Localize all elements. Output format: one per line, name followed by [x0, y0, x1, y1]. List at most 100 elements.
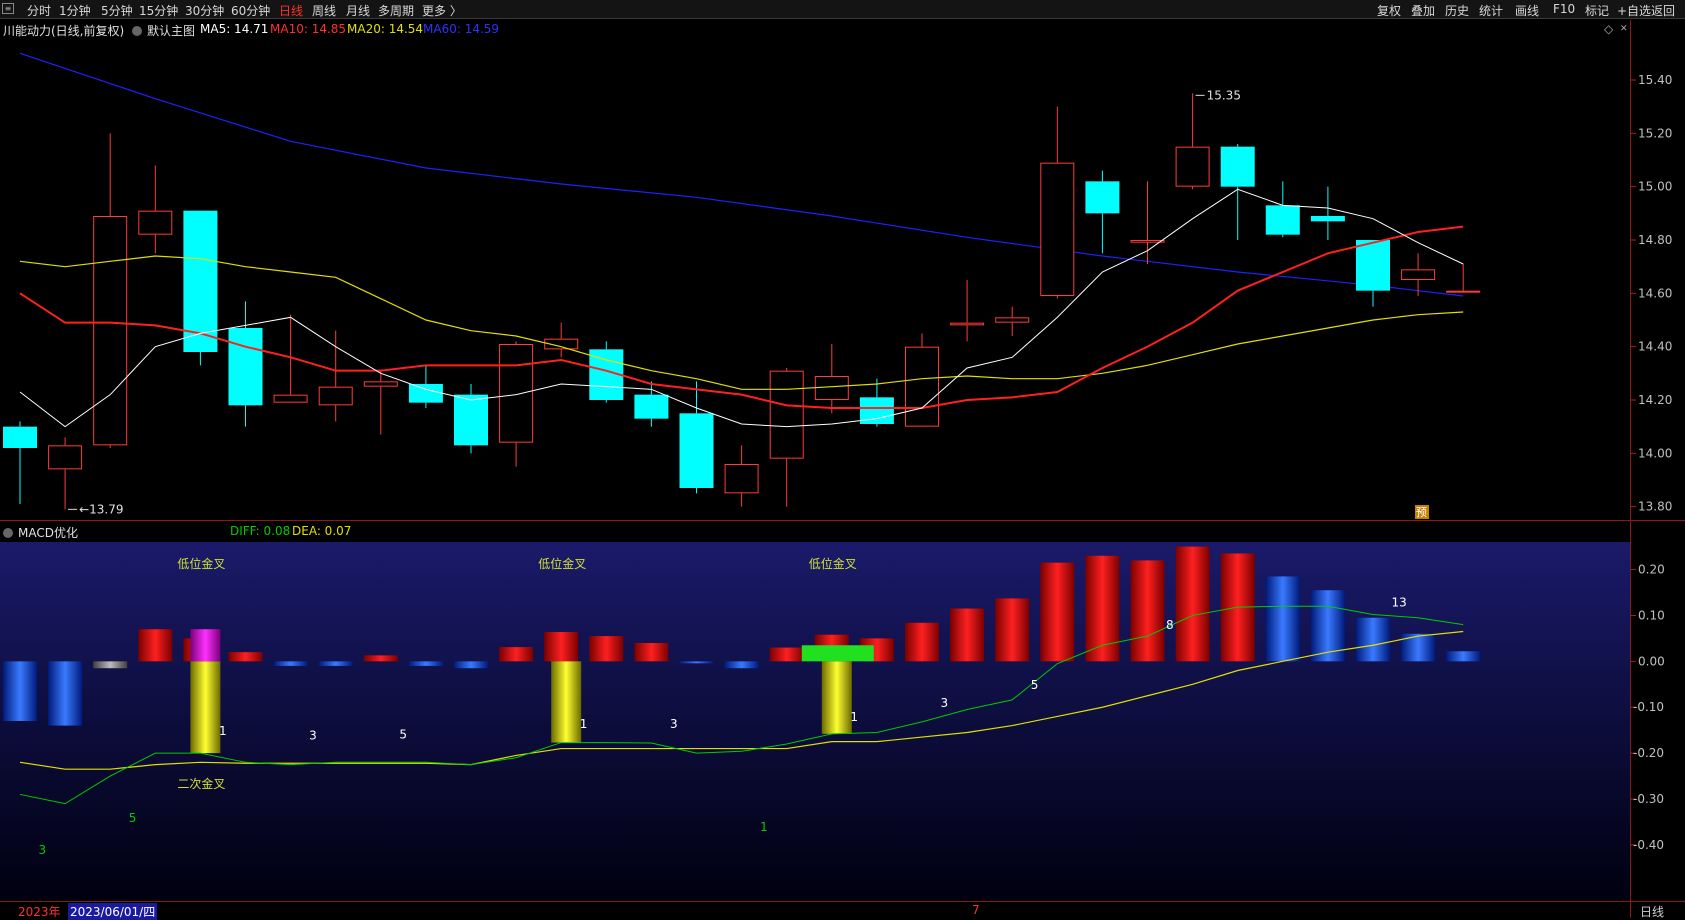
macd-bar	[724, 661, 759, 669]
macd-ytick-label: -0.20	[1633, 746, 1664, 760]
golden-cross-cap	[190, 629, 221, 662]
macd-bar	[1265, 576, 1300, 662]
period-tab-4[interactable]: 30分钟	[185, 2, 224, 19]
period-tab-10[interactable]: 更多 〉	[422, 2, 462, 19]
close-icon[interactable]: ✕	[1620, 24, 1628, 34]
candle-body-down	[454, 394, 488, 446]
macd-bar	[273, 661, 308, 666]
chart-canvas[interactable]: 13.80 14.00 14.20 14.40 14.60 14.80 15.00 15.20…	[0, 0, 1685, 918]
toolbar-action-6[interactable]: 标记	[1585, 2, 1609, 19]
golden-cross-column	[821, 661, 852, 734]
period-tab-8[interactable]: 月线	[346, 2, 370, 19]
candle-body-up	[1446, 290, 1481, 293]
candle-body-up	[950, 322, 985, 326]
toolbar-action-1[interactable]: 叠加	[1411, 2, 1435, 19]
candle-body-up	[1401, 269, 1436, 281]
toolbar-action-0[interactable]: 复权	[1377, 2, 1401, 19]
period-tab-7[interactable]: 周线	[312, 2, 336, 19]
macd-panel-bg	[0, 542, 1630, 900]
macd-bar	[138, 629, 173, 662]
main-ytick-label: 14.20	[1638, 393, 1672, 407]
macd-bar	[318, 661, 353, 666]
year-label: 2023年	[18, 905, 61, 919]
macd-bar	[454, 661, 488, 669]
candle-body-up	[273, 394, 308, 403]
macd-bar	[48, 661, 83, 726]
toolbar-action-8[interactable]: 返回	[1651, 2, 1675, 19]
template-label[interactable]: 默认主图	[147, 22, 195, 39]
macd-ytick-label: 0.00	[1638, 654, 1665, 668]
macd-bar	[1040, 562, 1075, 662]
candle-body-up	[1040, 162, 1075, 296]
candle-body-down	[1220, 146, 1255, 187]
candle-body-up	[995, 317, 1030, 323]
macd-bar	[1175, 546, 1210, 662]
main-ytick-label: 14.60	[1638, 286, 1672, 300]
diamond-icon[interactable]: ◇	[1604, 22, 1613, 36]
count-label: 1	[760, 820, 768, 834]
period-tab-2[interactable]: 5分钟	[101, 2, 133, 19]
stock-title: 川能动力(日线,前复权)	[3, 24, 125, 38]
macd-bar	[363, 655, 398, 662]
macd-bar	[499, 647, 534, 662]
ma20-value: MA20: 14.54	[347, 22, 424, 36]
second-cross-label: 二次金叉	[177, 776, 225, 791]
main-ytick-label: 15.40	[1638, 73, 1672, 87]
macd-bar	[1356, 617, 1390, 662]
dea-value: DEA: 0.07	[292, 524, 352, 538]
count-label: 1	[850, 710, 858, 724]
candle-body-up	[93, 216, 128, 446]
macd-bar	[634, 642, 669, 662]
candle-body-up	[48, 445, 83, 470]
candle-body-down	[1310, 216, 1345, 222]
macd-bar	[544, 631, 579, 662]
period-tab-9[interactable]: 多周期	[378, 2, 414, 19]
period-tab-3[interactable]: 15分钟	[139, 2, 178, 19]
candle-body-up	[769, 370, 804, 459]
period-tab-5[interactable]: 60分钟	[231, 2, 270, 19]
macd-bar	[769, 647, 804, 662]
window-menu-icon[interactable]: ≡	[2, 3, 14, 14]
candle-body-down	[1356, 240, 1390, 291]
diff-value: DIFF: 0.08	[230, 524, 291, 538]
golden-cross-label: 低位金叉	[809, 556, 857, 571]
toolbar-action-7[interactable]: +自选	[1617, 2, 1651, 19]
golden-cross-label: 低位金叉	[538, 556, 586, 571]
macd-bar	[589, 636, 624, 662]
main-ytick-label: 13.80	[1638, 500, 1672, 514]
main-chart-info-bar: 川能动力(日线,前复权) 默认主图 MA5: 14.71 MA10: 14.85…	[0, 20, 1630, 38]
macd-ytick-label: 0.20	[1638, 563, 1665, 577]
ma60-value: MA60: 14.59	[423, 22, 500, 36]
toolbar-action-3[interactable]: 统计	[1479, 2, 1503, 19]
toolbar-action-5[interactable]: F10	[1553, 2, 1575, 16]
main-ytick-label: 14.00	[1638, 446, 1672, 460]
toolbar-action-4[interactable]: 画线	[1515, 2, 1539, 19]
macd-ytick-label: -0.40	[1633, 838, 1664, 852]
toolbar-action-2[interactable]: 历史	[1445, 2, 1469, 19]
price-annotation-label: ←13.79	[79, 502, 123, 516]
date-status-bar: 2023年 2023/06/01/四 7	[0, 903, 1630, 920]
count-label: 8	[1166, 618, 1174, 632]
candle-body-up	[1175, 146, 1210, 187]
count-label: 13	[1392, 595, 1407, 609]
count-label: 3	[309, 728, 317, 742]
candle-body-up	[138, 210, 173, 235]
candle-body-down	[1265, 205, 1300, 235]
main-ytick-label: 14.80	[1638, 233, 1672, 247]
macd-bar	[1130, 560, 1165, 662]
candle-body-up	[363, 381, 398, 387]
macd-bar	[408, 661, 443, 666]
count-label: 5	[129, 811, 137, 825]
macd-bar	[228, 652, 263, 662]
period-tab-0[interactable]: 分时	[27, 2, 51, 19]
macd-ytick-label: 0.10	[1638, 608, 1665, 622]
macd-bar	[93, 661, 128, 669]
golden-cross-band	[801, 645, 874, 662]
period-tab-1[interactable]: 1分钟	[59, 2, 91, 19]
period-tab-6[interactable]: 日线	[279, 2, 303, 19]
ma5-value: MA5: 14.71	[200, 22, 269, 36]
forecast-marker: 预	[1416, 506, 1427, 519]
macd-bar	[995, 598, 1030, 662]
cursor-date-label: 2023/06/01/四	[68, 903, 158, 920]
candle-body-down	[228, 328, 263, 406]
